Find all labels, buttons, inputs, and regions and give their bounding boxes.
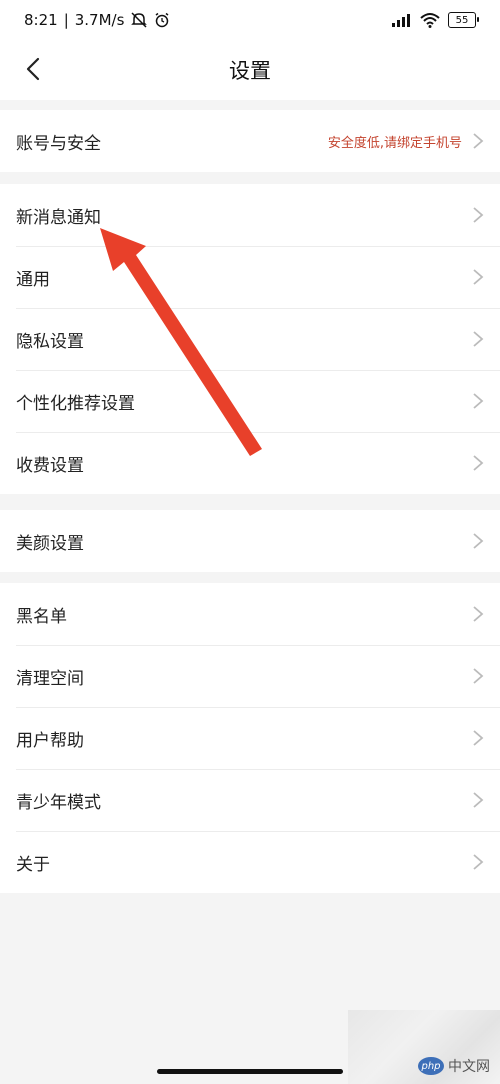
chevron-right-icon — [473, 133, 484, 149]
settings-item-about[interactable]: 关于 — [0, 831, 500, 893]
chevron-right-icon — [473, 792, 484, 808]
status-time: 8:21 — [24, 11, 58, 29]
chevron-right-icon — [473, 207, 484, 223]
page-title: 设置 — [229, 59, 271, 83]
watermark: php 中文网 — [348, 1010, 500, 1084]
chevron-right-icon — [473, 393, 484, 409]
settings-group-account: 账号与安全 安全度低,请绑定手机号 — [0, 110, 500, 172]
settings-group-beauty: 美颜设置 — [0, 510, 500, 572]
security-warning-text: 安全度低,请绑定手机号 — [327, 135, 462, 151]
settings-group-general: 新消息通知 通用 隐私设置 个性化推荐设置 收费设置 — [0, 184, 500, 494]
settings-item-label: 通用 — [16, 269, 50, 290]
status-bar: 8:21 | 3.7M/s 55 — [0, 0, 500, 40]
settings-item-blacklist[interactable]: 黑名单 — [0, 583, 500, 645]
settings-item-label: 账号与安全 — [16, 133, 101, 154]
settings-item-beauty[interactable]: 美颜设置 — [0, 510, 500, 572]
chevron-left-icon — [26, 57, 40, 81]
mute-icon — [131, 12, 148, 28]
chevron-right-icon — [473, 668, 484, 684]
php-logo-badge: php — [418, 1057, 444, 1075]
settings-item-new-message-notification[interactable]: 新消息通知 — [0, 184, 500, 246]
chevron-right-icon — [473, 606, 484, 622]
settings-item-label: 美颜设置 — [16, 533, 84, 554]
settings-item-clear-space[interactable]: 清理空间 — [0, 645, 500, 707]
settings-item-label: 青少年模式 — [16, 792, 101, 813]
chevron-right-icon — [473, 455, 484, 471]
settings-group-other: 黑名单 清理空间 用户帮助 青少年模式 关于 — [0, 583, 500, 893]
php-logo-text: 中文网 — [448, 1059, 490, 1075]
settings-item-teen-mode[interactable]: 青少年模式 — [0, 769, 500, 831]
chevron-right-icon — [473, 854, 484, 870]
php-logo: php 中文网 — [418, 1056, 490, 1076]
chevron-right-icon — [473, 730, 484, 746]
chevron-right-icon — [473, 331, 484, 347]
settings-item-personalized-recommendation[interactable]: 个性化推荐设置 — [0, 370, 500, 432]
back-button[interactable] — [18, 54, 48, 84]
status-speed: 3.7M/s — [74, 11, 125, 29]
title-bar: 设置 — [0, 40, 500, 100]
status-left: 8:21 | 3.7M/s — [24, 11, 170, 29]
settings-item-label: 新消息通知 — [16, 207, 101, 228]
settings-item-user-help[interactable]: 用户帮助 — [0, 707, 500, 769]
alarm-icon — [155, 12, 169, 28]
settings-item-general[interactable]: 通用 — [0, 246, 500, 308]
settings-item-payment[interactable]: 收费设置 — [0, 432, 500, 494]
chevron-right-icon — [473, 269, 484, 285]
chevron-right-icon — [473, 533, 484, 549]
settings-item-label: 关于 — [16, 854, 50, 875]
status-right: 55 — [390, 12, 479, 28]
settings-item-label: 个性化推荐设置 — [16, 393, 135, 414]
settings-item-account-security[interactable]: 账号与安全 安全度低,请绑定手机号 — [0, 110, 500, 172]
settings-item-label: 清理空间 — [16, 668, 84, 689]
battery-icon: 55 — [448, 12, 479, 28]
settings-item-label: 隐私设置 — [16, 331, 84, 352]
settings-item-label: 用户帮助 — [16, 730, 84, 751]
status-separator: | — [63, 11, 69, 29]
settings-item-label: 黑名单 — [16, 606, 67, 627]
home-indicator[interactable] — [157, 1069, 343, 1074]
settings-item-privacy[interactable]: 隐私设置 — [0, 308, 500, 370]
hd-signal-icon — [392, 14, 410, 27]
settings-item-label: 收费设置 — [16, 455, 84, 476]
settings-item-right: 安全度低,请绑定手机号 — [328, 132, 484, 151]
wifi-icon — [420, 13, 440, 28]
